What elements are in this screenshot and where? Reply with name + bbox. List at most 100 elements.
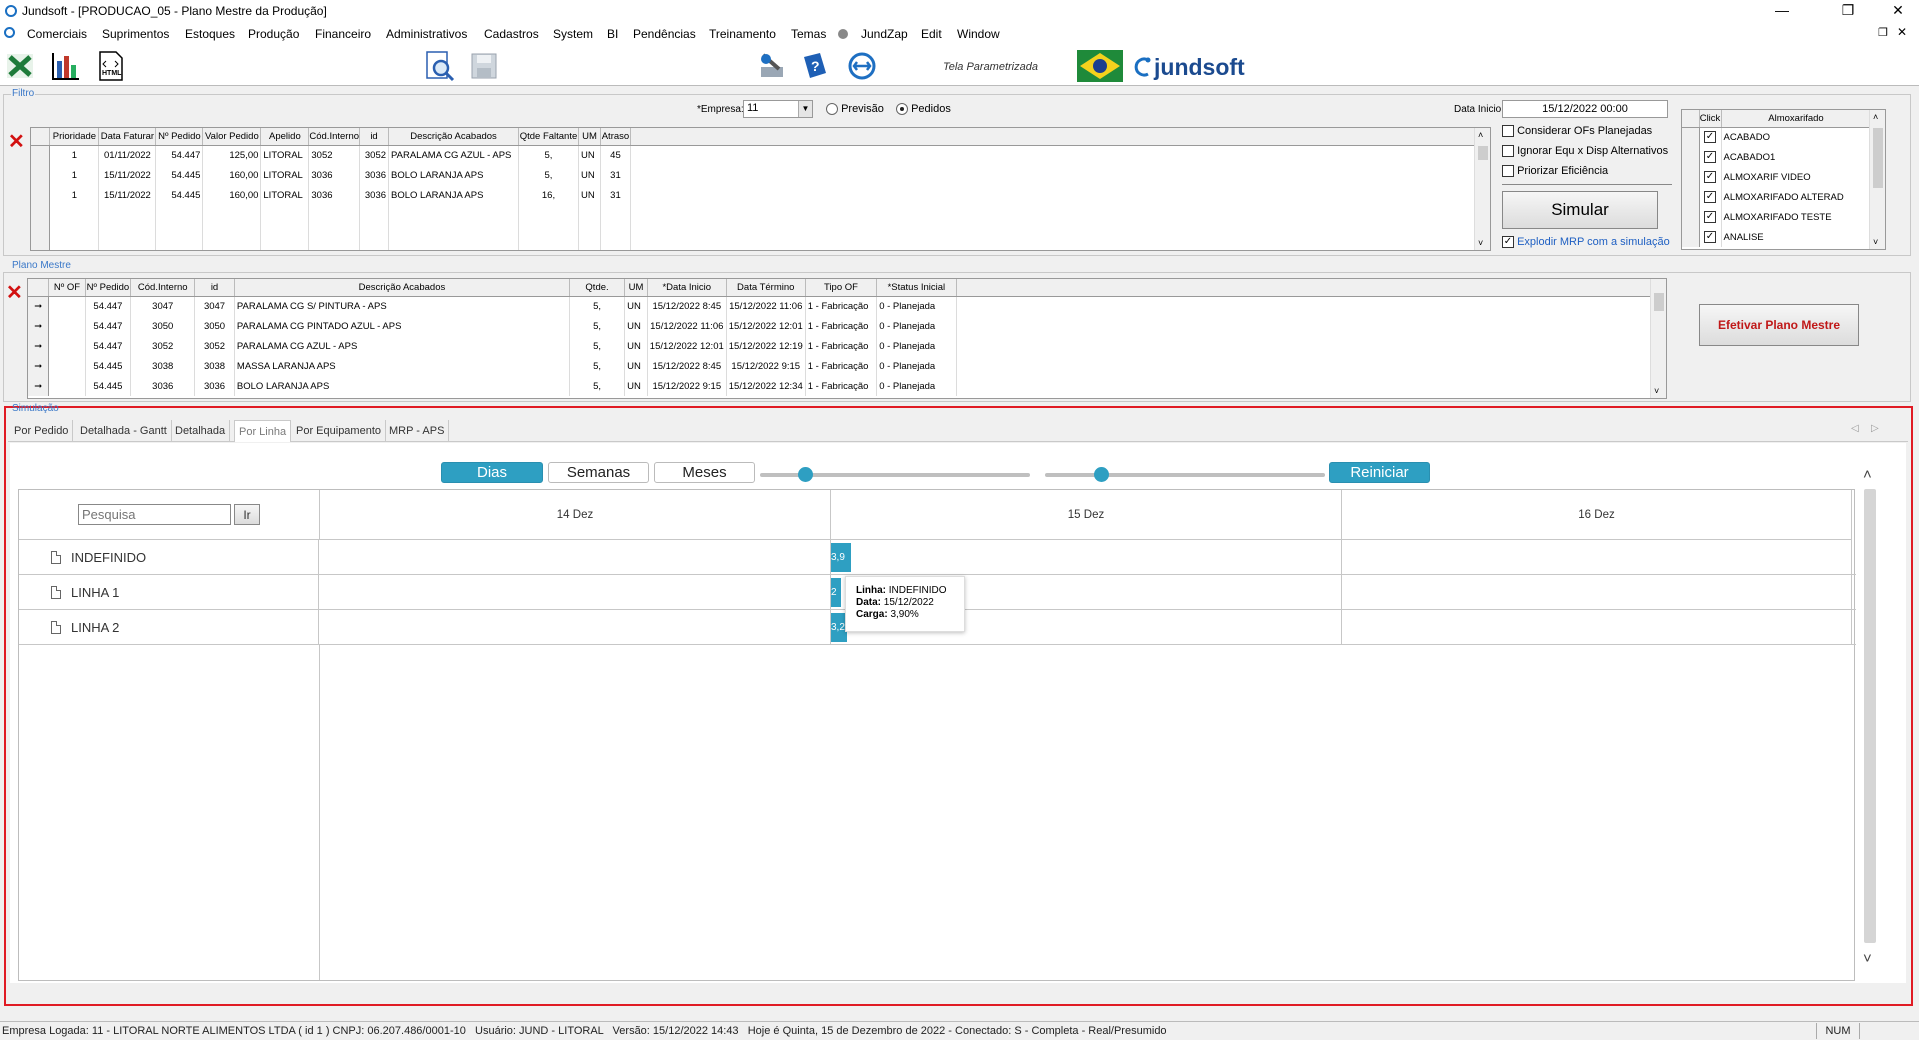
list-item[interactable]: ✓ ANALISE: [1682, 227, 1872, 247]
tab-detalhada[interactable]: Detalhada: [171, 420, 231, 442]
teamviewer-icon[interactable]: [846, 50, 878, 82]
empresa-select[interactable]: 11 ▼: [743, 100, 813, 118]
chevron-down-icon[interactable]: ▼: [798, 101, 812, 117]
menu-edit[interactable]: Edit: [921, 27, 942, 41]
col-n-pedido[interactable]: Nº Pedido: [155, 128, 204, 146]
scroll-down-icon[interactable]: ˅: [1863, 950, 1872, 967]
chk-ignorar-equ[interactable]: Ignorar Equ x Disp Alternativos: [1502, 145, 1668, 158]
dias-button[interactable]: Dias: [441, 462, 543, 483]
menu-administrativos[interactable]: Administrativos: [386, 27, 467, 41]
almoxarifado-grid[interactable]: Click Almoxarifado ✓ ACABADO ✓ ACABADO1 ✓ AL…: [1681, 109, 1886, 250]
menu-treinamento[interactable]: Treinamento: [709, 27, 776, 41]
clear-filter-icon[interactable]: ✕: [8, 132, 25, 152]
list-item[interactable]: ✓ ACABADO1: [1682, 147, 1872, 167]
tab-scroll-right-icon[interactable]: ▷: [1871, 423, 1879, 434]
menu-jundzap[interactable]: JundZap: [861, 27, 908, 41]
table-row[interactable]: ➞ 54.447 3050 3050 PARALAMA CG PINTADO AZUL …: [28, 316, 1666, 336]
table-row[interactable]: 1 15/11/2022 54.445 160,00 LITORAL 3036 3036 BO…: [31, 185, 1490, 205]
semanas-button[interactable]: Semanas: [548, 462, 649, 483]
preview-icon[interactable]: [424, 50, 456, 82]
chk-considerar-ofs[interactable]: Considerar OFs Planejadas: [1502, 125, 1652, 138]
radio-pedidos[interactable]: Pedidos: [896, 103, 951, 116]
zoom-slider-right[interactable]: [1045, 473, 1325, 477]
table-row[interactable]: 1 01/11/2022 54.447 125,00 LITORAL 3052 3052 PA…: [31, 145, 1490, 165]
tab-por-pedido[interactable]: Por Pedido: [10, 420, 74, 442]
table-row[interactable]: ➞ 54.445 3036 3036 BOLO LARANJA APS 5, UN 15/12…: [28, 376, 1666, 396]
menu-estoques[interactable]: Estoques: [185, 27, 235, 41]
col-um[interactable]: UM: [624, 279, 648, 297]
scroll-up-icon[interactable]: ˄: [1863, 466, 1872, 483]
chk-explodir-mrp[interactable]: ✓ Explodir MRP com a simulação: [1502, 236, 1670, 249]
col-id[interactable]: id: [194, 279, 235, 297]
help-book-icon[interactable]: ?: [799, 50, 831, 82]
zoom-slider-left-handle[interactable]: [798, 467, 813, 482]
col-prioridade[interactable]: Prioridade: [49, 128, 100, 146]
tools-icon[interactable]: [756, 50, 788, 82]
efetivar-plano-button[interactable]: Efetivar Plano Mestre: [1699, 304, 1859, 346]
excel-icon[interactable]: [4, 50, 36, 82]
menu-system[interactable]: System: [553, 27, 593, 41]
html-export-icon[interactable]: HTML: [95, 50, 127, 82]
menu-suprimentos[interactable]: Suprimentos: [102, 27, 169, 41]
col-id[interactable]: id: [359, 128, 390, 146]
table-row[interactable]: ➞ 54.447 3052 3052 PARALAMA CG AZUL - APS 5, U…: [28, 336, 1666, 356]
col-almoxarifado[interactable]: Almoxarifado: [1721, 110, 1872, 128]
col-cod-interno[interactable]: Cód.Interno: [308, 128, 361, 146]
menu-bi[interactable]: BI: [607, 27, 618, 41]
scroll-up-icon[interactable]: ˄: [1873, 112, 1878, 122]
list-item[interactable]: ✓ ACABADO: [1682, 127, 1872, 147]
col-apelido[interactable]: Apelido: [260, 128, 310, 146]
menu-cadastros[interactable]: Cadastros: [484, 27, 539, 41]
clear-plano-icon[interactable]: ✕: [6, 283, 23, 303]
plano-scrollbar[interactable]: ˅: [1650, 279, 1666, 398]
gantt-row[interactable]: INDEFINIDO 3,9: [19, 540, 1856, 575]
menu-financeiro[interactable]: Financeiro: [315, 27, 371, 41]
plano-mestre-grid[interactable]: Nº OF Nº Pedido Cód.Interno id Descrição…: [27, 278, 1667, 399]
zoom-slider-right-handle[interactable]: [1094, 467, 1109, 482]
tab-scroll-left-icon[interactable]: ◁: [1851, 423, 1859, 434]
col-qtde[interactable]: Qtde.: [569, 279, 626, 297]
close-button[interactable]: ✕: [1878, 2, 1918, 19]
search-go-button[interactable]: Ir: [234, 504, 260, 525]
data-inicio-field[interactable]: 15/12/2022 00:00: [1502, 100, 1668, 118]
pedidos-grid[interactable]: Prioridade Data Faturar Nº Pedido Valor …: [30, 127, 1491, 251]
menu-producao[interactable]: Produção: [248, 27, 299, 41]
scroll-down-icon[interactable]: ˅: [1654, 386, 1659, 396]
col-data-termino[interactable]: Data Término: [726, 279, 806, 297]
reiniciar-button[interactable]: Reiniciar: [1329, 462, 1430, 483]
simular-button[interactable]: Simular: [1502, 191, 1658, 229]
scroll-down-icon[interactable]: ˅: [1873, 237, 1878, 247]
menu-window[interactable]: Window: [957, 27, 1000, 41]
menu-temas[interactable]: Temas: [791, 27, 826, 41]
chk-priorizar[interactable]: Priorizar Eficiência: [1502, 165, 1608, 178]
col-atraso[interactable]: Atraso: [600, 128, 631, 146]
col-status-inicial[interactable]: *Status Inicial: [876, 279, 957, 297]
mdi-close-icon[interactable]: ✕: [1897, 25, 1907, 39]
table-row[interactable]: ➞ 54.445 3038 3038 MASSA LARANJA APS 5, UN 15/1…: [28, 356, 1666, 376]
col-data-inicio[interactable]: *Data Inicio: [647, 279, 727, 297]
tab-detalhada-gantt[interactable]: Detalhada - Gantt: [76, 420, 172, 442]
col-cod-interno[interactable]: Cód.Interno: [130, 279, 196, 297]
mdi-restore-icon[interactable]: ❐: [1878, 26, 1888, 39]
col-n-of[interactable]: Nº OF: [48, 279, 86, 297]
maximize-button[interactable]: ❐: [1828, 2, 1868, 19]
scroll-down-icon[interactable]: ˅: [1478, 238, 1483, 248]
load-bar[interactable]: 3,9: [831, 543, 851, 572]
col-descricao[interactable]: Descrição Acabados: [388, 128, 519, 146]
list-item[interactable]: ✓ ALMOXARIFADO ALTERAD: [1682, 187, 1872, 207]
table-row[interactable]: 1 15/11/2022 54.445 160,00 LITORAL 3036 3036 BO…: [31, 165, 1490, 185]
search-input[interactable]: [78, 504, 231, 525]
col-um[interactable]: UM: [578, 128, 601, 146]
list-item[interactable]: ✓ ALMOXARIF VIDEO: [1682, 167, 1872, 187]
col-data-faturar[interactable]: Data Faturar: [98, 128, 157, 146]
tab-mrp-aps[interactable]: MRP - APS: [385, 420, 450, 442]
table-row[interactable]: ➞ 54.447 3047 3047 PARALAMA CG S/ PINTURA - …: [28, 296, 1666, 316]
menu-pendencias[interactable]: Pendências: [633, 27, 696, 41]
tab-por-equipamento[interactable]: Por Equipamento: [292, 420, 386, 442]
list-item[interactable]: ✓ ALMOXARIFADO TESTE: [1682, 207, 1872, 227]
almox-scrollbar[interactable]: ˄ ˅: [1869, 110, 1885, 249]
scroll-up-icon[interactable]: ˄: [1478, 130, 1483, 140]
gantt-scrollbar[interactable]: [1864, 489, 1876, 943]
col-valor-pedido[interactable]: Valor Pedido: [202, 128, 262, 146]
col-tipo-of[interactable]: Tipo OF: [805, 279, 878, 297]
